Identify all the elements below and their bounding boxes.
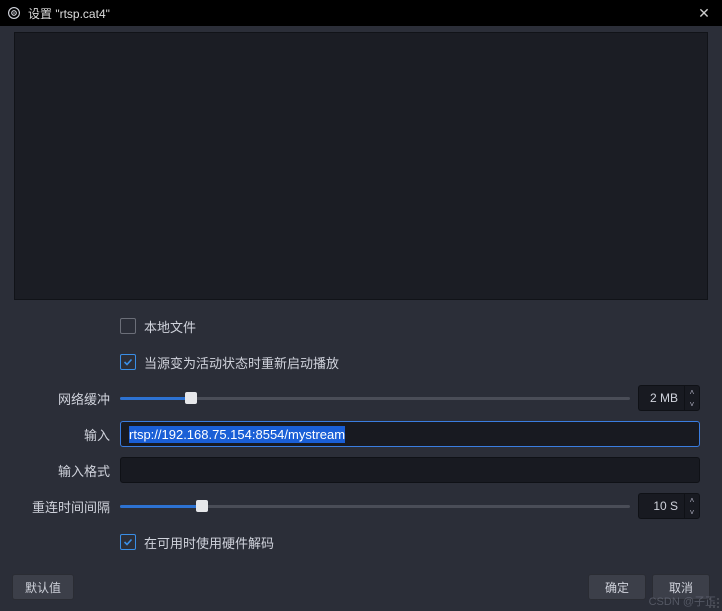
checkbox-icon — [120, 318, 136, 334]
local-file-label: 本地文件 — [144, 317, 196, 336]
resize-grip[interactable] — [709, 598, 721, 610]
defaults-button[interactable]: 默认值 — [12, 574, 74, 600]
buffer-spinbox[interactable]: 2 MB ˄ ˅ — [638, 385, 700, 411]
input-value: rtsp://192.168.75.154:8554/mystream — [129, 426, 345, 443]
window-title: 设置 "rtsp.cat4" — [28, 5, 110, 22]
input-field[interactable]: rtsp://192.168.75.154:8554/mystream — [120, 421, 700, 447]
app-icon — [6, 5, 22, 21]
checkbox-icon — [120, 534, 136, 550]
bottom-bar: 默认值 确定 取消 — [0, 567, 722, 611]
restart-playback-checkbox[interactable]: 当源变为活动状态时重新启动播放 — [120, 353, 700, 372]
chevron-up-icon[interactable]: ˄ — [685, 494, 699, 506]
close-icon[interactable]: ✕ — [692, 5, 716, 22]
preview-area — [14, 32, 708, 300]
ok-button[interactable]: 确定 — [588, 574, 646, 600]
format-label: 输入格式 — [22, 461, 120, 480]
checkbox-icon — [120, 354, 136, 370]
reconnect-label: 重连时间间隔 — [22, 497, 120, 516]
reconnect-value: 10 S — [638, 493, 684, 519]
cancel-button[interactable]: 取消 — [652, 574, 710, 600]
reconnect-spinbox[interactable]: 10 S ˄ ˅ — [638, 493, 700, 519]
titlebar: 设置 "rtsp.cat4" ✕ — [0, 0, 722, 26]
buffer-value: 2 MB — [638, 385, 684, 411]
format-field[interactable] — [120, 457, 700, 483]
restart-playback-label: 当源变为活动状态时重新启动播放 — [144, 353, 339, 372]
hw-decode-checkbox[interactable]: 在可用时使用硬件解码 — [120, 533, 700, 552]
local-file-checkbox[interactable]: 本地文件 — [120, 317, 700, 336]
chevron-down-icon[interactable]: ˅ — [685, 398, 699, 410]
input-label: 输入 — [22, 425, 120, 444]
chevron-down-icon[interactable]: ˅ — [685, 506, 699, 518]
reconnect-slider[interactable] — [120, 498, 630, 514]
buffer-slider[interactable] — [120, 390, 630, 406]
buffer-label: 网络缓冲 — [22, 389, 120, 408]
properties-form: 本地文件 当源变为活动状态时重新启动播放 网络缓冲 2 MB ˄ ˅ — [0, 308, 722, 556]
chevron-up-icon[interactable]: ˄ — [685, 386, 699, 398]
hw-decode-label: 在可用时使用硬件解码 — [144, 533, 274, 552]
